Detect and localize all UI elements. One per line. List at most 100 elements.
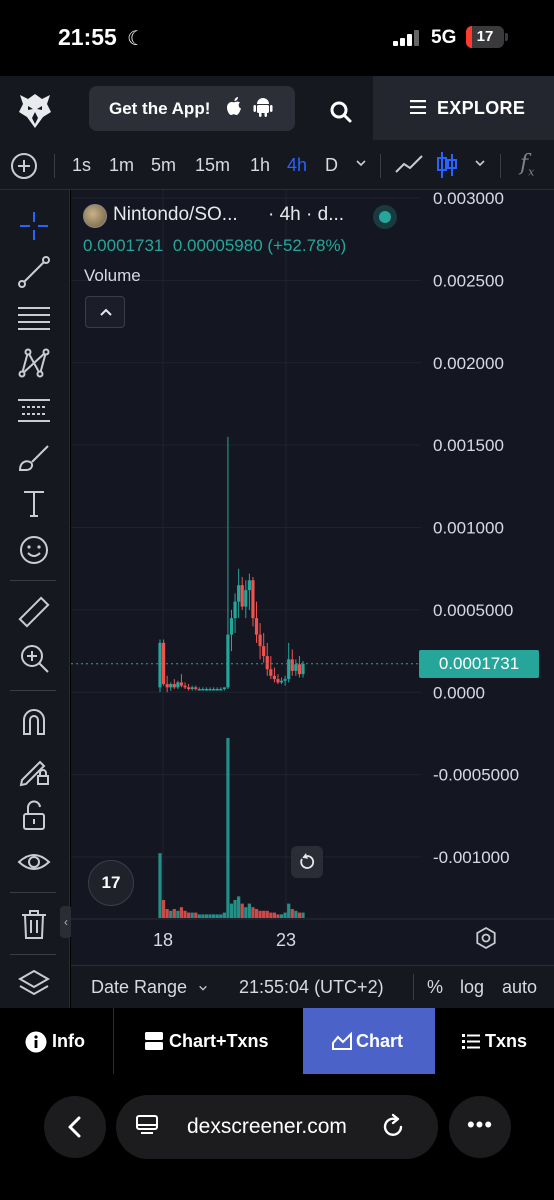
- crosshair-icon[interactable]: [16, 208, 52, 244]
- toolbar-divider: [380, 154, 381, 178]
- candle-body: [197, 688, 201, 691]
- back-button[interactable]: [44, 1096, 106, 1158]
- chevron-down-icon[interactable]: [474, 157, 486, 169]
- text-icon[interactable]: [16, 486, 52, 522]
- battery-tip: [505, 33, 508, 41]
- tab-chart-txns[interactable]: Chart+Txns: [114, 1008, 303, 1074]
- candle-body: [244, 590, 248, 607]
- current-price-tag: 0.0001731: [419, 649, 539, 678]
- chart-area[interactable]: 0.003000 0.002500 0.002000 0.001500 0.001000…: [71, 190, 554, 965]
- percent-scale-toggle[interactable]: %: [427, 977, 443, 998]
- reset-chart-button[interactable]: [291, 846, 323, 878]
- chart-settings-icon[interactable]: [474, 926, 498, 950]
- candle-body: [190, 687, 194, 689]
- trash-icon[interactable]: [16, 906, 52, 942]
- drawbar-divider: [10, 954, 56, 955]
- prediction-icon[interactable]: [16, 392, 52, 428]
- indicators-fx-icon[interactable]: fx: [520, 151, 534, 178]
- candle-body: [222, 687, 226, 689]
- timeframe-5m[interactable]: 5m: [151, 155, 176, 176]
- volume-bar: [290, 909, 294, 918]
- timeframe-4h[interactable]: 4h: [287, 155, 307, 176]
- volume-bar: [279, 914, 284, 918]
- pair-name[interactable]: Nintondo/SO...: [113, 204, 238, 226]
- candle-body: [158, 642, 162, 688]
- get-app-button[interactable]: Get the App!: [89, 86, 295, 131]
- date-range-button[interactable]: Date Range: [91, 977, 208, 998]
- eye-icon[interactable]: [16, 844, 52, 880]
- line-chart-icon[interactable]: [394, 152, 424, 178]
- auto-scale-toggle[interactable]: auto: [502, 977, 537, 998]
- volume-bar: [222, 912, 226, 918]
- timezone-clock[interactable]: 21:55:04 (UTC+2): [239, 977, 384, 998]
- lock-drawing-icon[interactable]: [16, 752, 52, 788]
- layers-icon[interactable]: [16, 966, 52, 1002]
- chevron-down-icon[interactable]: [355, 157, 367, 169]
- ohlc-values: 0.0001731 0.00005980 (+52.78%): [83, 236, 346, 256]
- timeframe-1s[interactable]: 1s: [72, 155, 91, 176]
- legend-change: 0.00005980 (+52.78%): [172, 236, 347, 255]
- candle-body: [265, 656, 269, 670]
- dexscreener-logo-icon[interactable]: [16, 90, 54, 130]
- volume-bar: [226, 738, 230, 918]
- emoji-icon[interactable]: [16, 532, 52, 568]
- volume-bar: [212, 914, 216, 918]
- volume-bar: [197, 914, 201, 918]
- search-icon[interactable]: [322, 93, 360, 131]
- candle-body: [187, 687, 191, 689]
- reset-icon: [300, 853, 315, 869]
- address-bar[interactable]: dexscreener.com: [116, 1095, 438, 1159]
- more-options-button[interactable]: •••: [449, 1096, 511, 1158]
- zoom-in-icon[interactable]: [16, 640, 52, 676]
- fib-retracement-icon[interactable]: [16, 300, 52, 336]
- date-range-label: Date Range: [91, 977, 188, 997]
- volume-bar: [179, 907, 184, 918]
- volume-bar: [283, 912, 287, 918]
- tab-chart-label: Chart: [356, 1031, 404, 1051]
- volume-bar: [201, 914, 205, 918]
- volume-bar: [215, 914, 219, 918]
- volume-bar: [254, 909, 259, 918]
- volume-bar: [176, 910, 180, 918]
- ruler-icon[interactable]: [16, 594, 52, 630]
- tab-info[interactable]: Info: [0, 1008, 113, 1074]
- candle-body: [212, 688, 216, 691]
- add-symbol-icon[interactable]: [11, 153, 37, 179]
- collapse-legend-button[interactable]: [85, 296, 125, 328]
- explore-label: EXPLORE: [437, 98, 526, 118]
- log-scale-toggle[interactable]: log: [460, 977, 484, 998]
- volume-bar: [244, 907, 248, 918]
- timeframe-1h[interactable]: 1h: [250, 155, 270, 176]
- trend-line-icon[interactable]: [16, 254, 52, 290]
- volume-bar: [190, 912, 194, 918]
- tradingview-logo-icon[interactable]: 17: [88, 860, 134, 906]
- candle-body: [204, 688, 209, 691]
- unlock-icon[interactable]: [16, 798, 52, 834]
- reload-icon[interactable]: [382, 1113, 406, 1139]
- timeframe-1d[interactable]: D: [325, 155, 338, 176]
- tab-chart[interactable]: Chart: [303, 1008, 435, 1074]
- chevron-down-icon: [199, 985, 207, 991]
- brush-icon[interactable]: [16, 440, 52, 476]
- candle-body: [201, 688, 205, 691]
- timeframe-1m[interactable]: 1m: [109, 155, 134, 176]
- candle-body: [229, 618, 234, 635]
- tab-txns[interactable]: Txns: [436, 1008, 554, 1074]
- candle-body: [219, 688, 223, 691]
- candle-body: [226, 634, 230, 688]
- explore-button[interactable]: EXPLORE: [373, 76, 554, 140]
- candle-body: [165, 684, 169, 688]
- timeframe-15m[interactable]: 15m: [195, 155, 230, 176]
- volume-bar: [297, 912, 302, 918]
- magnet-icon[interactable]: [16, 704, 52, 740]
- candlestick-icon[interactable]: [436, 150, 458, 180]
- volume-bar: [247, 903, 251, 918]
- pattern-icon[interactable]: [16, 346, 52, 382]
- volume-bar: [158, 853, 162, 918]
- bottom-tabs: Info Chart+Txns Chart Txns: [0, 1008, 554, 1074]
- apple-icon: [227, 97, 241, 115]
- volume-bar: [287, 903, 291, 918]
- chart-toolbar: 1s 1m 5m 15m 1h 4h D fx: [0, 140, 554, 190]
- candle-body: [279, 680, 284, 683]
- menu-icon: [410, 100, 426, 114]
